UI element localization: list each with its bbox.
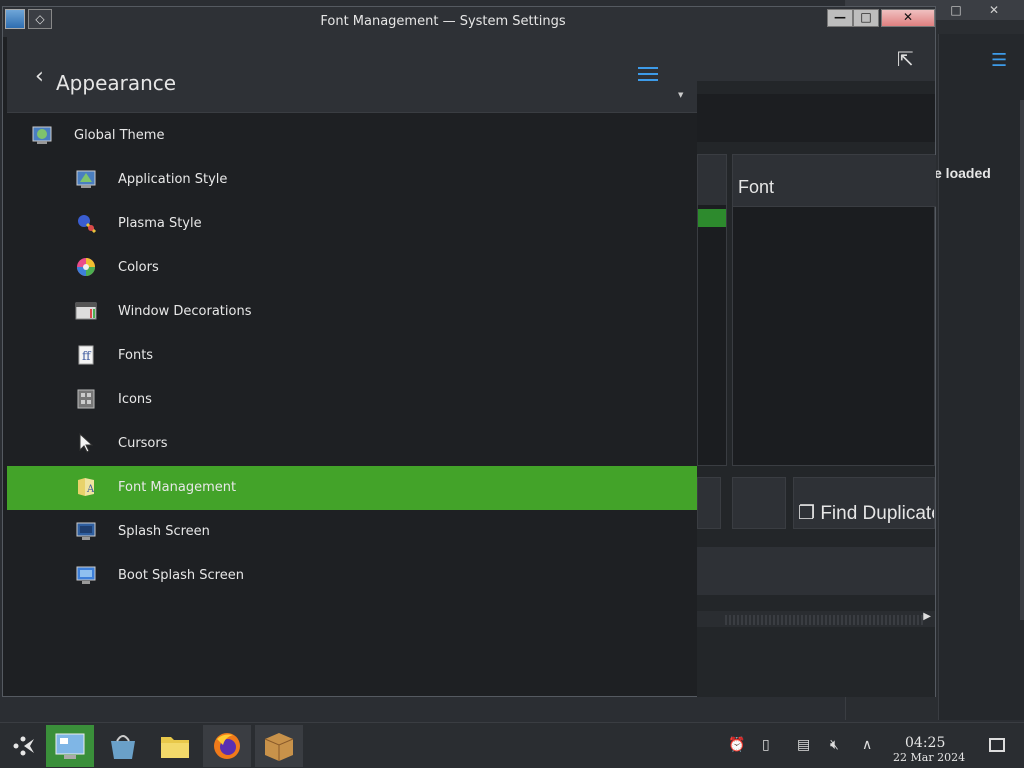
taskbar-system-settings[interactable] bbox=[46, 725, 94, 767]
window-decorations-icon bbox=[75, 302, 97, 320]
sidebar-item-splash-screen[interactable]: Splash Screen bbox=[7, 510, 697, 554]
taskbar-firefox[interactable] bbox=[203, 725, 251, 767]
sidebar-header: ‹ Appearance ▼ bbox=[7, 37, 697, 113]
discover-store-icon bbox=[111, 735, 135, 759]
window-buttons: — □ ✕ bbox=[827, 9, 935, 27]
sidebar-title: Appearance bbox=[56, 71, 177, 95]
sidebar-item-colors[interactable]: Colors bbox=[7, 246, 697, 290]
sidebar-item-font-management[interactable]: A Font Management bbox=[7, 466, 697, 510]
sidebar-item-label: Font Management bbox=[118, 480, 237, 495]
sidebar-item-label: Application Style bbox=[118, 172, 228, 187]
system-settings-window: ◇ Font Management — System Settings — □ … bbox=[2, 6, 936, 697]
boot-splash-icon bbox=[76, 566, 96, 584]
group-action-button[interactable] bbox=[697, 477, 721, 529]
background-content bbox=[938, 34, 1024, 720]
background-status-text: e loaded bbox=[934, 165, 991, 181]
notifications-icon[interactable]: ⏰ bbox=[728, 737, 745, 753]
sidebar-item-window-decorations[interactable]: Window Decorations bbox=[7, 290, 697, 334]
sidebar-item-cursors[interactable]: Cursors bbox=[7, 422, 697, 466]
group-list-selected-row[interactable] bbox=[698, 209, 726, 227]
sidebar-item-application-style[interactable]: Application Style bbox=[7, 158, 697, 202]
archive-box-icon bbox=[264, 733, 294, 761]
dropdown-arrow-icon[interactable]: ▼ bbox=[678, 91, 683, 99]
content-header: ⇱ bbox=[697, 37, 935, 81]
fonts-icon: ff bbox=[78, 345, 94, 365]
sidebar-item-label: Plasma Style bbox=[118, 216, 202, 231]
background-maximize-button[interactable]: □ bbox=[941, 2, 971, 18]
background-close-button[interactable]: ✕ bbox=[979, 2, 1009, 18]
sidebar-item-label: Boot Splash Screen bbox=[118, 568, 244, 583]
scrollbar-track[interactable] bbox=[725, 615, 925, 625]
application-launcher-icon[interactable] bbox=[0, 725, 48, 767]
sidebar-item-global-theme[interactable]: Global Theme bbox=[7, 114, 697, 158]
sidebar: ‹ Appearance ▼ Global Theme Application … bbox=[7, 37, 697, 693]
folder-icon bbox=[161, 737, 189, 758]
sidebar-item-label: Colors bbox=[118, 260, 159, 275]
sidebar-item-label: Cursors bbox=[118, 436, 168, 451]
taskbar-file-manager[interactable] bbox=[151, 725, 199, 767]
back-icon[interactable]: ‹ bbox=[35, 64, 44, 89]
sidebar-item-label: Global Theme bbox=[74, 128, 165, 143]
font-list-panel[interactable]: Font bbox=[732, 154, 936, 466]
sidebar-item-label: Fonts bbox=[118, 348, 154, 363]
minimize-button[interactable]: — bbox=[827, 9, 853, 27]
clipboard-icon[interactable]: ▤ bbox=[797, 737, 810, 753]
svg-text:A: A bbox=[86, 484, 95, 495]
font-management-icon: A bbox=[78, 478, 95, 496]
font-column-header[interactable]: Font bbox=[733, 155, 936, 207]
chevron-up-icon[interactable]: ∧ bbox=[862, 737, 872, 753]
background-scrollbar[interactable] bbox=[1020, 100, 1024, 620]
system-settings-icon bbox=[55, 733, 85, 759]
hamburger-menu-icon[interactable] bbox=[638, 67, 658, 85]
find-duplicates-button[interactable]: ❐ Find Duplicate bbox=[793, 477, 935, 529]
application-style-icon bbox=[76, 170, 96, 188]
window-titlebar[interactable]: ◇ Font Management — System Settings — □ … bbox=[3, 7, 935, 37]
background-hamburger-icon[interactable]: ☰ bbox=[991, 50, 1007, 71]
sidebar-item-label: Splash Screen bbox=[118, 524, 210, 539]
maximize-button[interactable]: □ bbox=[853, 9, 879, 27]
clock-date[interactable]: 22 Mar 2024 bbox=[893, 751, 965, 764]
scroll-right-icon[interactable]: ▶ bbox=[923, 611, 931, 622]
show-desktop-icon[interactable] bbox=[989, 738, 1005, 752]
sidebar-item-boot-splash-screen[interactable]: Boot Splash Screen bbox=[7, 554, 697, 598]
clock-time[interactable]: 04:25 bbox=[905, 735, 945, 751]
mouse-pointer-icon: ⇱ bbox=[897, 47, 914, 71]
window-title: Font Management — System Settings bbox=[320, 14, 566, 29]
group-list-header bbox=[698, 155, 726, 205]
sidebar-item-icons[interactable]: Icons bbox=[7, 378, 697, 422]
sidebar-item-plasma-style[interactable]: Plasma Style bbox=[7, 202, 697, 246]
content-search-area[interactable] bbox=[697, 94, 935, 142]
taskbar: ⏰ ▯ ▤ 🔇︎ ∧ 04:25 22 Mar 2024 bbox=[0, 722, 1024, 768]
global-theme-icon bbox=[32, 126, 52, 144]
close-button[interactable]: ✕ bbox=[881, 9, 935, 27]
colors-icon bbox=[77, 258, 95, 276]
horizontal-scrollbar[interactable]: ▶ bbox=[697, 611, 935, 627]
sidebar-item-label: Window Decorations bbox=[118, 304, 252, 319]
taskbar-ark[interactable] bbox=[255, 725, 303, 767]
copy-icon: ❐ bbox=[798, 503, 821, 524]
kde-connect-icon[interactable]: ▯ bbox=[762, 737, 770, 753]
volume-muted-icon[interactable]: 🔇︎ bbox=[830, 737, 839, 753]
preview-area bbox=[697, 547, 935, 595]
sidebar-item-label: Icons bbox=[118, 392, 152, 407]
find-duplicates-label: Find Duplicate bbox=[820, 503, 935, 524]
icons-icon bbox=[77, 389, 95, 409]
group-list-panel[interactable] bbox=[697, 154, 727, 466]
content-area: ⇱ Font ❐ Find Duplicate ▶ bbox=[697, 37, 936, 697]
cursor-icon bbox=[79, 432, 94, 453]
firefox-icon bbox=[214, 733, 240, 759]
taskbar-discover[interactable] bbox=[99, 725, 147, 767]
sidebar-item-fonts[interactable]: ff Fonts bbox=[7, 334, 697, 378]
splash-screen-icon bbox=[76, 522, 96, 540]
plasma-style-icon bbox=[78, 215, 97, 234]
svg-text:ff: ff bbox=[82, 349, 92, 363]
busy-indicator-button[interactable] bbox=[732, 477, 786, 529]
